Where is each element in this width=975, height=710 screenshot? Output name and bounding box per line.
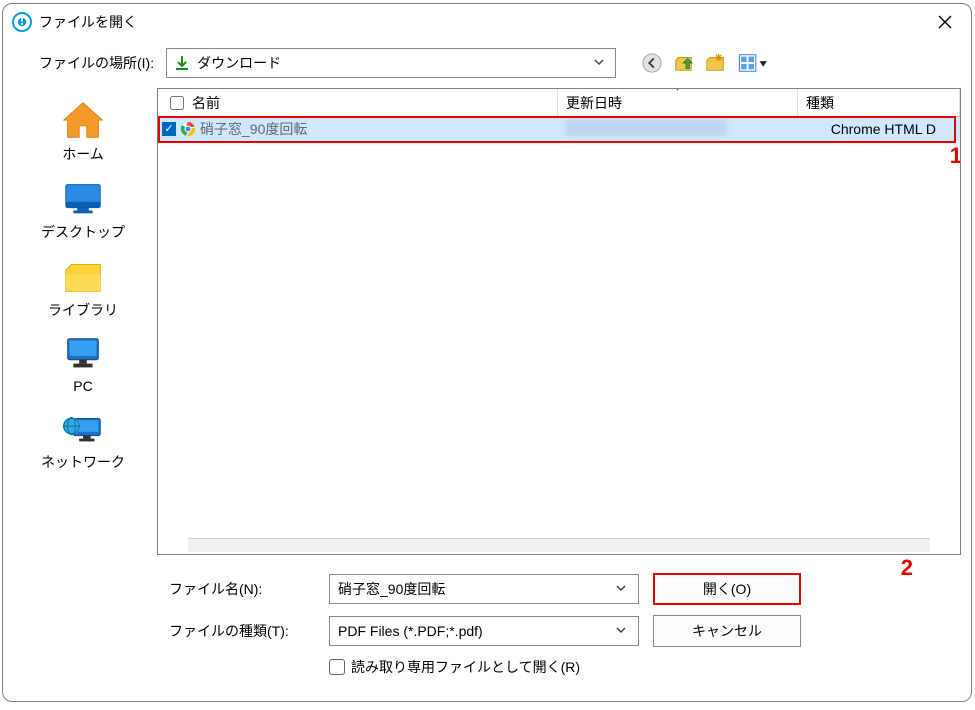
chevron-down-icon[interactable] bbox=[589, 55, 609, 71]
readonly-label: 読み取り専用ファイルとして開く(R) bbox=[351, 657, 580, 677]
up-one-level-button[interactable] bbox=[672, 51, 696, 75]
new-folder-button[interactable] bbox=[704, 51, 728, 75]
home-icon bbox=[60, 98, 106, 142]
file-list-header: 名前 ▾ 更新日時 種類 bbox=[158, 89, 960, 117]
file-list: 名前 ▾ 更新日時 種類 ✓ bbox=[157, 88, 961, 555]
place-pc-label: PC bbox=[18, 378, 148, 394]
location-value: ダウンロード bbox=[197, 53, 589, 73]
place-pc[interactable]: PC bbox=[18, 326, 148, 398]
filename-value: 硝子窓_90度回転 bbox=[338, 579, 612, 599]
column-name-label: 名前 bbox=[192, 93, 220, 113]
bottom-panel: 2 ファイル名(N): 硝子窓_90度回転 開く(O) ファイルの種類(T): bbox=[157, 555, 961, 691]
file-open-dialog: ファイルを開く ファイルの場所(I): ダウンロード bbox=[2, 3, 972, 702]
download-folder-icon bbox=[173, 54, 191, 72]
desktop-icon bbox=[60, 176, 106, 220]
column-type-label: 種類 bbox=[806, 93, 834, 113]
readonly-checkbox[interactable] bbox=[329, 659, 345, 675]
place-library[interactable]: ライブラリ bbox=[18, 248, 148, 324]
chrome-icon bbox=[180, 121, 196, 137]
filetype-value: PDF Files (*.PDF;*.pdf) bbox=[338, 623, 612, 639]
annotation-number-2: 2 bbox=[901, 555, 913, 581]
open-button[interactable]: 開く(O) bbox=[653, 573, 801, 605]
network-icon bbox=[60, 406, 106, 450]
column-date-label: 更新日時 bbox=[566, 93, 622, 113]
location-combo[interactable]: ダウンロード bbox=[166, 48, 616, 78]
library-icon bbox=[60, 254, 106, 298]
location-row: ファイルの場所(I): ダウンロード bbox=[3, 40, 971, 88]
title-bar: ファイルを開く bbox=[3, 4, 971, 40]
location-label: ファイルの場所(I): bbox=[39, 53, 154, 73]
file-row[interactable]: ✓ 硝子窓_90 bbox=[158, 117, 960, 141]
filename-combo[interactable]: 硝子窓_90度回転 bbox=[329, 574, 639, 604]
place-network-label: ネットワーク bbox=[18, 452, 148, 472]
column-type[interactable]: 種類 bbox=[798, 89, 960, 116]
horizontal-scrollbar[interactable] bbox=[188, 538, 930, 552]
column-name[interactable]: 名前 bbox=[158, 89, 558, 116]
file-date bbox=[558, 120, 798, 139]
pc-icon bbox=[60, 332, 106, 376]
filetype-label: ファイルの種類(T): bbox=[169, 621, 329, 641]
view-menu-button[interactable] bbox=[736, 51, 772, 75]
place-network[interactable]: ネットワーク bbox=[18, 400, 148, 476]
file-name: 硝子窓_90度回転 bbox=[200, 119, 307, 139]
cancel-button-label: キャンセル bbox=[692, 621, 762, 641]
filename-label: ファイル名(N): bbox=[169, 579, 329, 599]
column-date[interactable]: ▾ 更新日時 bbox=[558, 89, 798, 116]
cancel-button[interactable]: キャンセル bbox=[653, 615, 801, 647]
window-title: ファイルを開く bbox=[39, 12, 919, 32]
back-button[interactable] bbox=[640, 51, 664, 75]
place-home[interactable]: ホーム bbox=[18, 92, 148, 168]
chevron-down-icon[interactable] bbox=[612, 581, 630, 597]
close-button[interactable] bbox=[919, 4, 971, 40]
annotation-number-1: 1 bbox=[950, 143, 961, 169]
file-rows[interactable]: ✓ 硝子窓_90 bbox=[158, 117, 960, 538]
place-library-label: ライブラリ bbox=[18, 300, 148, 320]
row-checkbox-checked[interactable]: ✓ bbox=[162, 122, 176, 136]
sort-indicator-icon: ▾ bbox=[675, 88, 680, 94]
place-desktop[interactable]: デスクトップ bbox=[18, 170, 148, 246]
chevron-down-icon[interactable] bbox=[612, 623, 630, 639]
open-button-label: 開く(O) bbox=[703, 579, 751, 599]
app-icon bbox=[11, 11, 33, 33]
nav-buttons bbox=[640, 51, 772, 75]
place-desktop-label: デスクトップ bbox=[18, 222, 148, 242]
select-all-checkbox[interactable] bbox=[170, 96, 184, 110]
file-type: Chrome HTML D bbox=[798, 121, 960, 137]
places-bar: ホーム デスクトップ bbox=[13, 88, 153, 691]
right-pane: 名前 ▾ 更新日時 種類 ✓ bbox=[157, 88, 961, 691]
filetype-combo[interactable]: PDF Files (*.PDF;*.pdf) bbox=[329, 616, 639, 646]
main-area: ホーム デスクトップ bbox=[3, 88, 971, 701]
place-home-label: ホーム bbox=[18, 144, 148, 164]
